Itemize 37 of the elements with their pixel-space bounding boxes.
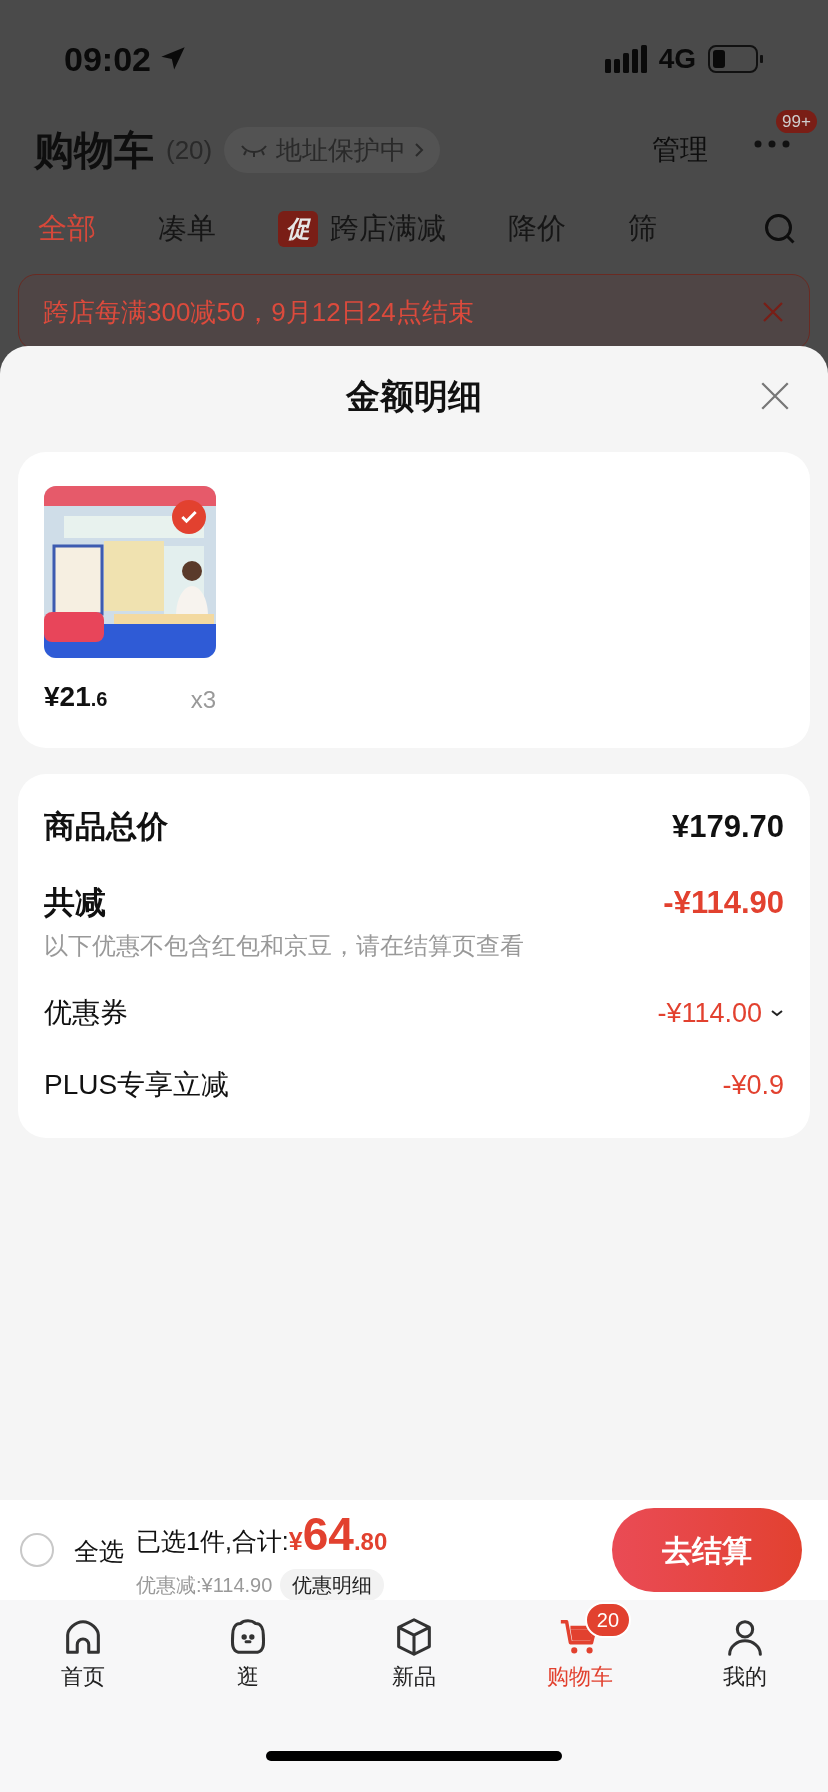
tab-bar-item[interactable]: 我的 [662,1600,828,1720]
battery-icon [708,45,764,73]
manage-button[interactable]: 管理 [652,129,708,171]
tab-bar-item[interactable]: 首页 [0,1600,166,1720]
signal-icon [604,45,647,73]
discount-total: 优惠减:¥114.90 [136,1572,273,1598]
checkout-button[interactable]: 去结算 [612,1508,802,1592]
tab-bar-item[interactable]: 逛 [165,1600,332,1720]
discount-item-label: PLUS专享立减 [44,1068,230,1102]
promo-tag: 促 [278,211,318,247]
status-time: 09:02 [64,38,151,80]
product-quantity: x3 [190,685,216,715]
more-dots-icon [754,140,790,148]
product-price: ¥21.6 [44,680,108,714]
chevron-down-icon[interactable] [770,1008,784,1018]
tab-bar-item[interactable]: 购物车 20 [496,1600,663,1720]
total-amount: ¥64.80 [288,1506,388,1562]
discount-label: 共减 [44,883,106,922]
discount-item-label: 优惠券 [44,996,128,1030]
discount-item-value: -¥0.9 [722,1068,784,1102]
network-type: 4G [658,42,696,76]
tab-bar-item[interactable]: 新品 [331,1600,497,1720]
discount-detail-button[interactable]: 优惠明细 [280,1568,385,1601]
select-all-label: 全选 [74,1536,124,1568]
selected-summary: 已选1件,合计: [136,1525,289,1557]
page-title: 购物车 [34,127,154,174]
total-value: ¥179.70 [671,807,784,846]
chevron-right-icon [414,142,425,158]
sheet-title: 金额明细 [346,375,482,417]
discount-note: 以下优惠不包含红包和京豆，请在结算页查看 [44,931,525,961]
notification-badge: 99+ [776,110,817,133]
total-label: 商品总价 [44,807,168,846]
discount-value: -¥114.90 [663,883,784,922]
discount-item-value: -¥114.00 [657,996,762,1030]
cart-badge: 20 [584,1602,632,1638]
promo-text: 跨店每满300减50，9月12日24点结束 [43,295,474,329]
select-all-checkbox[interactable] [20,1533,54,1567]
